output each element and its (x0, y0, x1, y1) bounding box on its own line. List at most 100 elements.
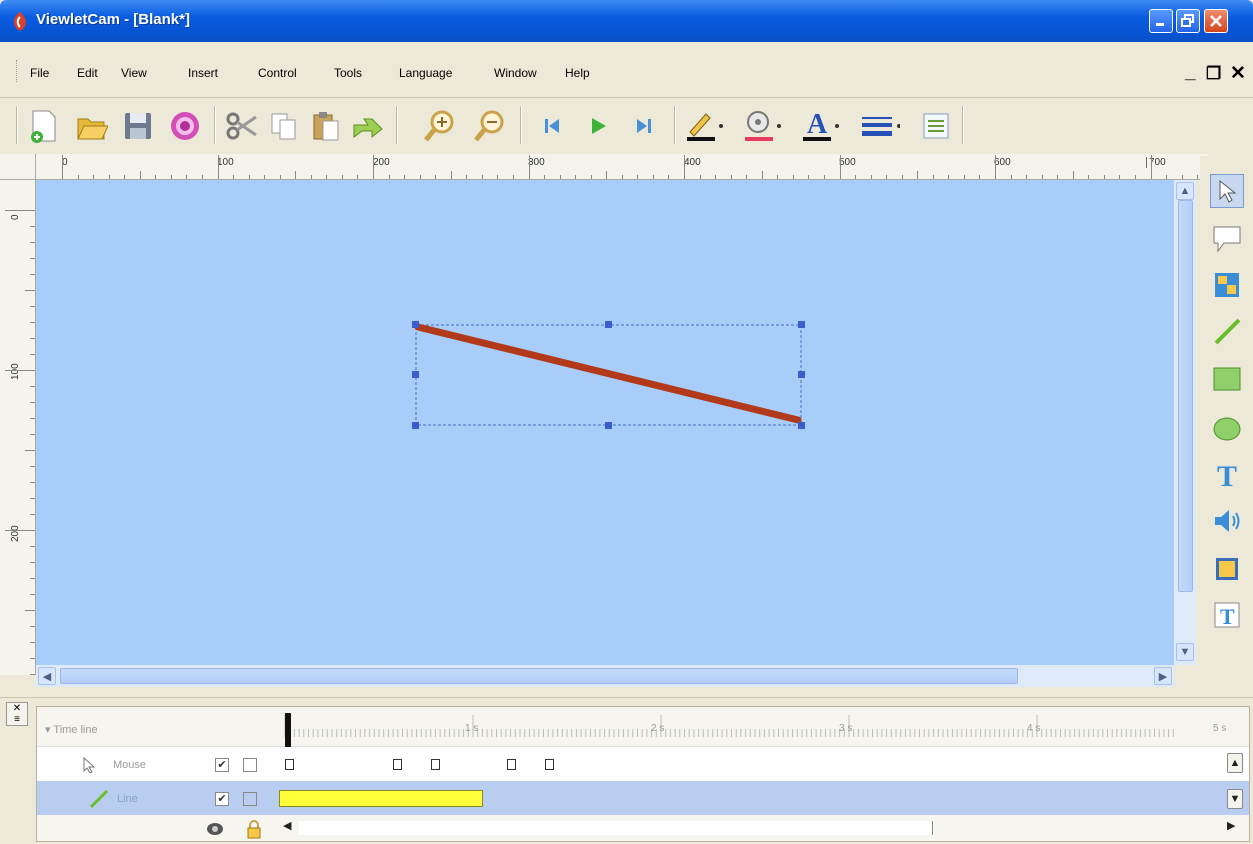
keyframe[interactable] (431, 759, 440, 770)
new-document-button[interactable] (24, 104, 64, 148)
rectangle-tool[interactable] (1210, 362, 1244, 396)
last-frame-button[interactable] (624, 104, 664, 148)
zoom-out-button[interactable] (470, 104, 510, 148)
line-icon (89, 789, 109, 809)
fill-color-button[interactable] (742, 104, 782, 148)
copy-button[interactable] (264, 104, 304, 148)
eye-icon[interactable] (205, 821, 225, 837)
visible-checkbox[interactable]: ✔ (215, 792, 229, 806)
title-bar[interactable]: ViewletCam - [Blank*] (0, 0, 1253, 42)
text-box-tool[interactable]: T (1210, 598, 1244, 632)
ruler-tick (1010, 175, 1012, 179)
stage-canvas[interactable] (36, 180, 1174, 665)
resize-handle[interactable] (798, 371, 805, 378)
properties-button[interactable] (916, 104, 956, 148)
restore-button[interactable] (1176, 9, 1200, 33)
ruler-tick (77, 175, 79, 179)
menu-edit[interactable]: Edit (77, 66, 98, 80)
undo-button[interactable] (348, 104, 388, 148)
open-button[interactable] (72, 104, 112, 148)
sound-tool[interactable] (1210, 504, 1244, 538)
resize-handle[interactable] (412, 422, 419, 429)
font-color-button[interactable]: A (800, 104, 840, 148)
timeline-scroll-left-button[interactable]: ◀ (283, 819, 297, 837)
cut-button[interactable] (222, 104, 262, 148)
record-button[interactable] (165, 104, 205, 148)
line-color-button[interactable] (684, 104, 724, 148)
mdi-restore-button[interactable]: ❐ (1206, 64, 1221, 84)
timeline-collapse-button[interactable]: ✕ ≡ (6, 702, 28, 726)
lock-checkbox[interactable] (243, 792, 257, 806)
timeline-row-line[interactable]: Line ✔ ▼ (37, 781, 1249, 815)
timeline-ruler (284, 715, 1174, 737)
ruler-tick (684, 155, 685, 179)
keyframe[interactable] (393, 759, 402, 770)
ruler-tick (30, 274, 35, 275)
timeline-scroll-up-button[interactable]: ▲ (1227, 753, 1243, 773)
scroll-right-button[interactable]: ▶ (1154, 667, 1172, 685)
ruler-tick (715, 175, 717, 179)
timeline-scroll-down-button[interactable]: ▼ (1227, 789, 1243, 809)
scroll-thumb[interactable] (60, 668, 1018, 684)
menu-insert[interactable]: Insert (188, 66, 218, 80)
line-style-button[interactable] (860, 104, 900, 148)
resize-handle[interactable] (605, 321, 612, 328)
mdi-close-button[interactable]: ✕ (1230, 62, 1246, 85)
text-tool[interactable]: T (1210, 458, 1244, 492)
ruler-tick (357, 175, 359, 179)
pointer-tool[interactable] (1210, 174, 1244, 208)
timeline-row-mouse[interactable]: Mouse ✔ ▲ (37, 747, 1249, 781)
ruler-tick (124, 175, 126, 179)
menu-help[interactable]: Help (565, 66, 590, 80)
callout-tool[interactable] (1210, 222, 1244, 256)
close-button[interactable] (1204, 9, 1228, 33)
resize-handle[interactable] (798, 321, 805, 328)
resize-handle[interactable] (605, 422, 612, 429)
line-duration-bar[interactable] (279, 790, 483, 807)
menu-control[interactable]: Control (258, 66, 297, 80)
line-shape[interactable] (414, 323, 802, 424)
scroll-thumb[interactable] (1178, 200, 1193, 592)
playhead[interactable] (285, 713, 291, 747)
resize-handle[interactable] (412, 321, 419, 328)
vertical-scrollbar[interactable]: ▲ ▼ (1174, 180, 1196, 665)
save-button[interactable] (118, 104, 158, 148)
paste-button[interactable] (306, 104, 346, 148)
line-tool[interactable] (1210, 314, 1244, 348)
resize-handle[interactable] (412, 371, 419, 378)
keyframe[interactable] (507, 759, 516, 770)
lock-icon[interactable] (245, 819, 263, 839)
mdi-minimize-button[interactable]: _ (1185, 62, 1196, 84)
resize-handle[interactable] (798, 422, 805, 429)
zoom-in-button[interactable] (420, 104, 460, 148)
lock-checkbox[interactable] (243, 758, 257, 772)
menu-language[interactable]: Language (399, 66, 452, 80)
ruler-tick (5, 530, 35, 531)
minimize-icon (1156, 23, 1164, 26)
ruler-tick (170, 175, 172, 179)
scroll-up-button[interactable]: ▲ (1176, 182, 1194, 200)
timeline-hscroll-thumb[interactable] (299, 821, 933, 835)
keyframe[interactable] (545, 759, 554, 770)
menu-file[interactable]: File (30, 66, 49, 80)
ellipse-tool[interactable] (1210, 412, 1244, 446)
ruler-tick (93, 175, 95, 179)
image-replace-tool[interactable] (1210, 268, 1244, 302)
ruler-label: 100 (217, 157, 234, 168)
menu-window[interactable]: Window (494, 66, 537, 80)
timeline-scroll-right-button[interactable]: ▶ (1227, 819, 1241, 837)
text-icon: T (1217, 460, 1237, 490)
menu-tools[interactable]: Tools (334, 66, 362, 80)
minimize-button[interactable] (1149, 9, 1173, 33)
menu-grip (16, 60, 19, 82)
first-frame-button[interactable] (532, 104, 572, 148)
picture-tool[interactable] (1210, 552, 1244, 586)
horizontal-scrollbar[interactable]: ◀ ▶ (36, 665, 1174, 687)
scroll-left-button[interactable]: ◀ (38, 667, 56, 685)
scroll-down-button[interactable]: ▼ (1176, 643, 1194, 661)
visible-checkbox[interactable]: ✔ (215, 758, 229, 772)
ruler-tick (621, 175, 623, 179)
keyframe[interactable] (285, 759, 294, 770)
play-button[interactable] (578, 104, 618, 148)
menu-view[interactable]: View (121, 66, 147, 80)
